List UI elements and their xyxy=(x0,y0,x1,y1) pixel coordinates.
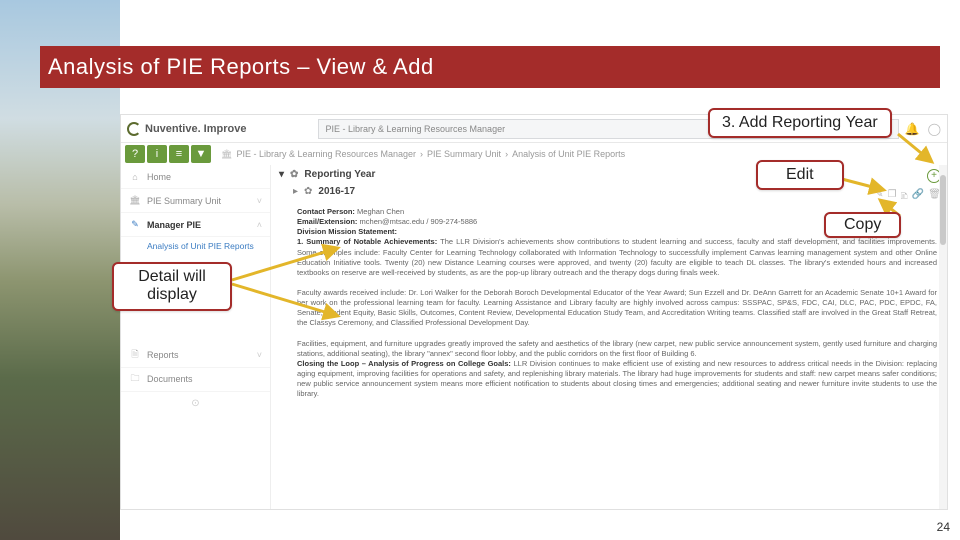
brand-text: Nuventive. Improve xyxy=(145,123,246,135)
note-icon[interactable]: 🗈 xyxy=(901,189,908,206)
year-label: 2016-17 xyxy=(318,186,355,197)
chevron-down-icon: ˅ xyxy=(257,196,262,206)
building-icon: 🏛 xyxy=(221,149,232,160)
mission-label: Division Mission Statement: xyxy=(297,227,397,236)
page-number: 24 xyxy=(937,520,950,534)
contact-label: Contact Person: xyxy=(297,207,355,216)
bank-icon: 🏛 xyxy=(129,195,141,206)
help-button[interactable]: ? xyxy=(125,145,145,163)
callout-edit: Edit xyxy=(756,160,844,190)
brand-swirl-icon xyxy=(127,122,141,136)
contact-value: Meghan Chen xyxy=(357,207,404,216)
sidebar-item-label: Manager PIE xyxy=(147,220,201,230)
crumb-2[interactable]: PIE Summary Unit xyxy=(427,149,501,159)
report-icon: 🗎 xyxy=(129,347,141,363)
pencil-icon: ✎ xyxy=(129,219,141,230)
sidebar-item-home[interactable]: ⌂ Home xyxy=(121,165,270,189)
filter-button[interactable]: ▼ xyxy=(191,145,211,163)
brand-logo: Nuventive. Improve xyxy=(127,122,246,136)
scrollbar[interactable] xyxy=(939,165,947,509)
sidebar-item-summary[interactable]: 🏛 PIE Summary Unit ˅ xyxy=(121,189,270,213)
gear-icon: ✿ xyxy=(304,186,312,197)
home-icon: ⌂ xyxy=(129,172,141,182)
info-button[interactable]: i xyxy=(147,145,167,163)
sidebar-item-documents[interactable]: 🗀 Documents xyxy=(121,368,270,392)
copy-icon[interactable]: ❐ xyxy=(888,189,897,206)
chevron-up-icon: ˄ xyxy=(257,220,262,230)
menu-button[interactable]: ≡ xyxy=(169,145,189,163)
bell-icon[interactable]: 🔔 xyxy=(905,122,920,136)
slide-title-bar: Analysis of PIE Reports – View & Add xyxy=(40,46,940,88)
chevron-down-icon: ˅ xyxy=(257,350,262,360)
section-heading-row[interactable]: ▾ ✿ Reporting Year xyxy=(271,165,947,184)
sidebar: ⌂ Home 🏛 PIE Summary Unit ˅ ✎ Manager PI… xyxy=(121,165,271,509)
caret-right-icon: ▸ xyxy=(293,186,298,197)
link-icon[interactable]: 🔗 xyxy=(912,189,924,206)
caret-down-icon: ▾ xyxy=(279,169,284,180)
green-button-row: ? i ≡ ▼ xyxy=(121,145,215,163)
callout-copy: Copy xyxy=(824,212,901,238)
breadcrumb: 🏛 PIE - Library & Learning Resources Man… xyxy=(215,149,947,160)
sidebar-item-label: Reports xyxy=(147,350,179,360)
sidebar-item-reports[interactable]: 🗎 Reports ˅ xyxy=(121,344,270,368)
detail-para-2: Faculty awards received include: Dr. Lor… xyxy=(297,288,937,329)
gear-icon: ✿ xyxy=(290,169,298,180)
folder-icon: 🗀 xyxy=(129,371,141,387)
pencil-icon[interactable]: ✎ xyxy=(875,189,883,206)
detail-para-3: Facilities, equipment, and furniture upg… xyxy=(297,339,937,359)
summary-heading: 1. Summary of Notable Achievements: xyxy=(297,237,437,246)
email-label: Email/Extension: xyxy=(297,217,357,226)
sidebar-item-label: Documents xyxy=(147,374,193,384)
context-selector-label: PIE - Library & Learning Resources Manag… xyxy=(325,124,505,134)
callout-add-reporting-year: 3. Add Reporting Year xyxy=(708,108,892,138)
callout-detail: Detail will display xyxy=(112,262,232,311)
scroll-thumb[interactable] xyxy=(940,175,946,245)
closing-heading: Closing the Loop – Analysis of Progress … xyxy=(297,359,511,368)
email-value: mchen@mtsac.edu / 909-274-5886 xyxy=(360,217,478,226)
slide-title: Analysis of PIE Reports – View & Add xyxy=(48,54,434,80)
user-circle-icon[interactable]: ◯ xyxy=(928,122,941,136)
sidebar-sub-analysis[interactable]: Analysis of Unit PIE Reports xyxy=(121,237,270,258)
row-action-icons: ✎ ❐ 🗈 🔗 🗑 xyxy=(875,189,941,206)
sidebar-collapse-button[interactable]: ⊙ xyxy=(121,392,270,415)
sidebar-item-label: PIE Summary Unit xyxy=(147,196,221,206)
crumb-1[interactable]: PIE - Library & Learning Resources Manag… xyxy=(236,149,416,159)
section-heading: Reporting Year xyxy=(304,169,375,180)
sidebar-item-manager[interactable]: ✎ Manager PIE ˄ xyxy=(121,213,270,237)
crumb-3[interactable]: Analysis of Unit PIE Reports xyxy=(512,149,625,159)
year-row[interactable]: ▸ ✿ 2016-17 xyxy=(271,184,947,203)
sidebar-item-label: Home xyxy=(147,172,171,182)
